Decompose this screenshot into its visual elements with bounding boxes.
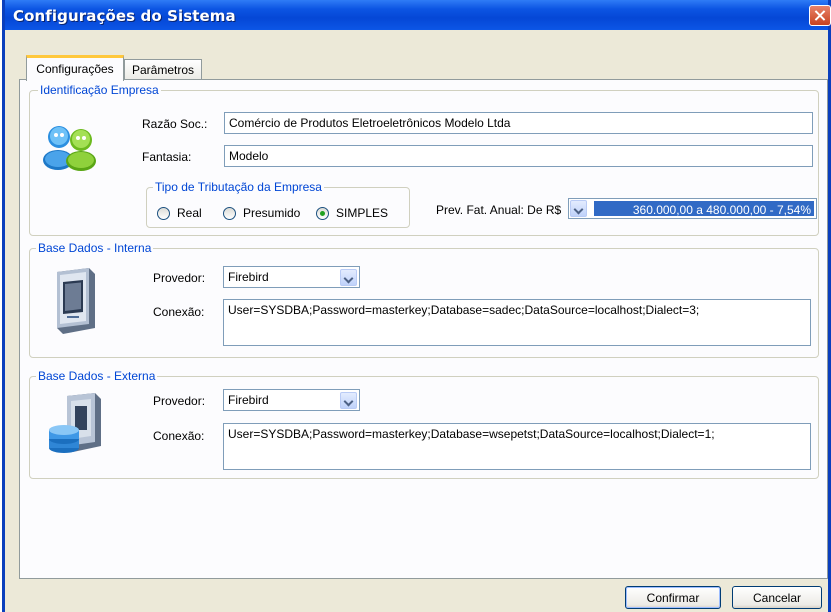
fantasia-field[interactable]: Modelo bbox=[224, 145, 813, 167]
provedor-externa-select[interactable]: Firebird bbox=[223, 389, 360, 411]
fantasia-label: Fantasia: bbox=[142, 150, 192, 164]
provedor-externa-label: Provedor: bbox=[153, 394, 206, 408]
conexao-externa-field[interactable]: User=SYSDBA;Password=masterkey;Database=… bbox=[223, 423, 811, 470]
razao-social-field[interactable]: Comércio de Produtos Eletroeletrônicos M… bbox=[224, 112, 813, 134]
chevron-down-icon[interactable] bbox=[340, 392, 357, 409]
provedor-interna-label: Provedor: bbox=[153, 271, 206, 285]
prev-fat-label: Prev. Fat. Anual: De R$ bbox=[436, 203, 562, 217]
window-title: Configurações do Sistema bbox=[13, 7, 236, 25]
dialog-window: Configurações do Sistema Configurações P… bbox=[2, 0, 831, 612]
database-server-icon bbox=[49, 393, 101, 453]
radio-presumido-label[interactable]: Presumido bbox=[243, 206, 300, 220]
provedor-interna-select[interactable]: Firebird bbox=[223, 266, 360, 288]
tab-panel: Identificação Empresa Razão Soc.: Comérc… bbox=[19, 79, 828, 579]
prev-fat-select[interactable]: 360.000,00 a 480.000,00 - 7,54% bbox=[568, 198, 817, 219]
tab-configuracoes[interactable]: Configurações bbox=[26, 55, 124, 81]
conexao-interna-field[interactable]: User=SYSDBA;Password=masterkey;Database=… bbox=[223, 299, 811, 346]
radio-real[interactable] bbox=[157, 207, 170, 220]
server-icon bbox=[57, 268, 95, 334]
tab-parametros[interactable]: Parâmetros bbox=[124, 59, 202, 79]
group-title-externa: Base Dados - Externa bbox=[36, 369, 158, 383]
close-icon[interactable] bbox=[809, 5, 831, 26]
chevron-down-icon[interactable] bbox=[570, 200, 587, 217]
provedor-externa-value: Firebird bbox=[228, 393, 269, 407]
users-icon bbox=[43, 126, 96, 171]
group-title-interna: Base Dados - Interna bbox=[36, 241, 154, 255]
confirmar-button[interactable]: Confirmar bbox=[625, 586, 721, 609]
provedor-interna-value: Firebird bbox=[228, 270, 269, 284]
group-title-empresa: Identificação Empresa bbox=[38, 83, 161, 97]
prev-fat-value: 360.000,00 a 480.000,00 - 7,54% bbox=[594, 201, 814, 217]
group-title-tributacao: Tipo de Tributação da Empresa bbox=[153, 180, 324, 194]
razao-social-label: Razão Soc.: bbox=[142, 117, 208, 131]
title-bar[interactable]: Configurações do Sistema bbox=[5, 0, 831, 30]
radio-simples[interactable] bbox=[316, 207, 329, 220]
conexao-externa-label: Conexão: bbox=[153, 429, 205, 443]
radio-real-label[interactable]: Real bbox=[177, 206, 202, 220]
radio-presumido[interactable] bbox=[223, 207, 236, 220]
radio-simples-label[interactable]: SIMPLES bbox=[336, 206, 388, 220]
chevron-down-icon[interactable] bbox=[340, 269, 357, 286]
cancelar-button[interactable]: Cancelar bbox=[732, 586, 822, 609]
conexao-interna-label: Conexão: bbox=[153, 305, 205, 319]
